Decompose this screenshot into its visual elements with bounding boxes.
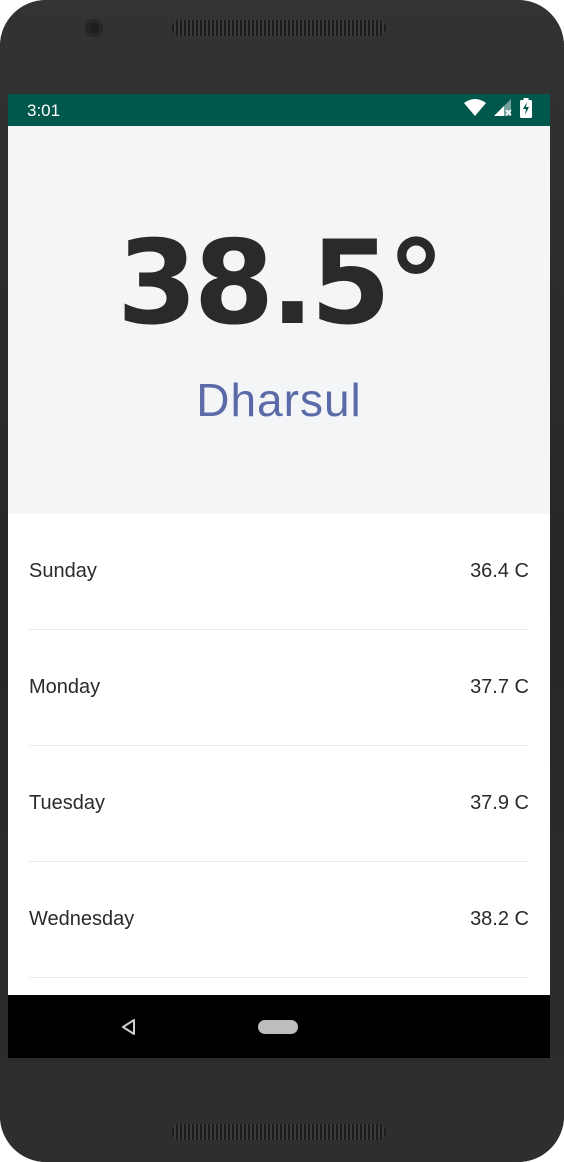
- home-icon[interactable]: [258, 1020, 298, 1034]
- forecast-temp: 37.7 C: [470, 676, 529, 698]
- status-icons: [464, 97, 532, 123]
- current-temperature: 38.5°: [116, 216, 445, 351]
- forecast-row-tuesday[interactable]: Tuesday 37.9 C: [29, 746, 529, 862]
- forecast-day: Tuesday: [29, 792, 105, 814]
- forecast-temp: 37.9 C: [470, 792, 529, 814]
- front-camera: [85, 19, 103, 37]
- navigation-bar: [8, 995, 550, 1058]
- status-time: 3:01: [27, 101, 61, 120]
- screen: 3:01 38.5° Dharsul Sunday 36.4 C Monday …: [8, 94, 550, 1058]
- signal-icon: [494, 99, 512, 121]
- current-weather-panel: 38.5° Dharsul: [8, 126, 550, 514]
- status-bar: 3:01: [8, 94, 550, 126]
- forecast-temp: 38.2 C: [470, 908, 529, 930]
- wifi-icon: [464, 99, 486, 121]
- forecast-row-monday[interactable]: Monday 37.7 C: [29, 630, 529, 746]
- forecast-temp: 36.4 C: [470, 560, 529, 582]
- phone-frame: 3:01 38.5° Dharsul Sunday 36.4 C Monday …: [0, 0, 564, 1162]
- back-icon[interactable]: [119, 1017, 139, 1037]
- forecast-row-wednesday[interactable]: Wednesday 38.2 C: [29, 862, 529, 978]
- battery-charging-icon: [520, 97, 532, 123]
- bottom-speaker: [172, 1124, 386, 1140]
- forecast-day: Monday: [29, 676, 101, 698]
- forecast-day: Sunday: [29, 560, 97, 582]
- earpiece-speaker: [172, 20, 386, 36]
- forecast-row-sunday[interactable]: Sunday 36.4 C: [29, 514, 529, 630]
- forecast-day: Wednesday: [29, 908, 135, 930]
- forecast-list[interactable]: Sunday 36.4 C Monday 37.7 C Tuesday 37.9…: [8, 514, 550, 995]
- city-name: Dharsul: [196, 374, 362, 426]
